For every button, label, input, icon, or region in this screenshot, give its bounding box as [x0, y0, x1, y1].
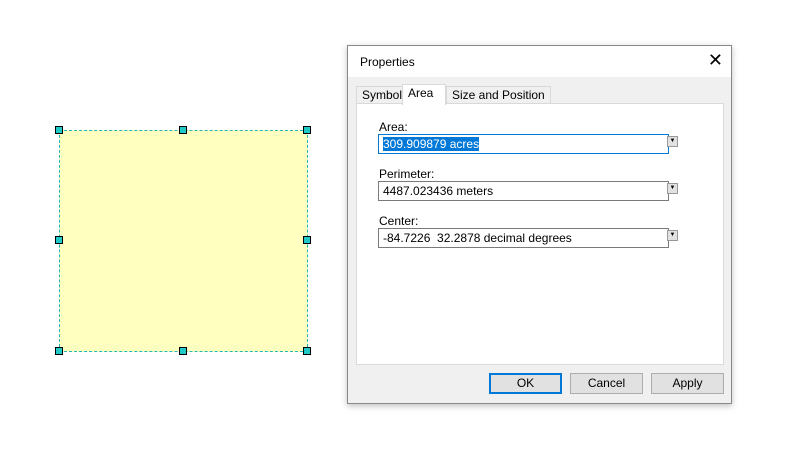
close-icon[interactable]: ✕ — [708, 50, 723, 71]
perimeter-input[interactable]: 4487.023436 meters — [378, 181, 669, 201]
center-input[interactable]: -84.7226 32.2878 decimal degrees — [378, 228, 669, 248]
apply-button[interactable]: Apply — [651, 373, 724, 394]
area-panel: Area: 309.909879 acres ▼ Perimeter: 4487… — [356, 103, 724, 365]
center-dropdown-button[interactable]: ▼ — [667, 230, 678, 241]
area-dropdown-button[interactable]: ▼ — [667, 136, 678, 147]
cancel-button[interactable]: Cancel — [570, 373, 643, 394]
resize-handle[interactable] — [55, 126, 63, 134]
tab-size-and-position[interactable]: Size and Position — [446, 86, 551, 104]
area-value: 309.909879 acres — [383, 137, 480, 151]
resize-handle[interactable] — [303, 347, 311, 355]
area-label: Area: — [379, 120, 408, 134]
resize-handle[interactable] — [179, 347, 187, 355]
resize-handle[interactable] — [55, 236, 63, 244]
title-bar: Properties ✕ — [348, 46, 731, 77]
resize-handle[interactable] — [179, 126, 187, 134]
selected-polygon[interactable] — [59, 130, 308, 352]
dialog-title: Properties — [360, 55, 415, 69]
resize-handle[interactable] — [55, 347, 63, 355]
ok-button[interactable]: OK — [489, 373, 562, 394]
tab-area[interactable]: Area — [402, 84, 446, 105]
resize-handle[interactable] — [303, 236, 311, 244]
center-label: Center: — [379, 214, 419, 228]
resize-handle[interactable] — [303, 126, 311, 134]
properties-dialog: Properties ✕ Symbol Area Size and Positi… — [347, 45, 732, 404]
area-input[interactable]: 309.909879 acres — [378, 134, 669, 154]
tab-symbol[interactable]: Symbol — [356, 86, 409, 104]
perimeter-dropdown-button[interactable]: ▼ — [667, 183, 678, 194]
perimeter-label: Perimeter: — [379, 167, 435, 181]
